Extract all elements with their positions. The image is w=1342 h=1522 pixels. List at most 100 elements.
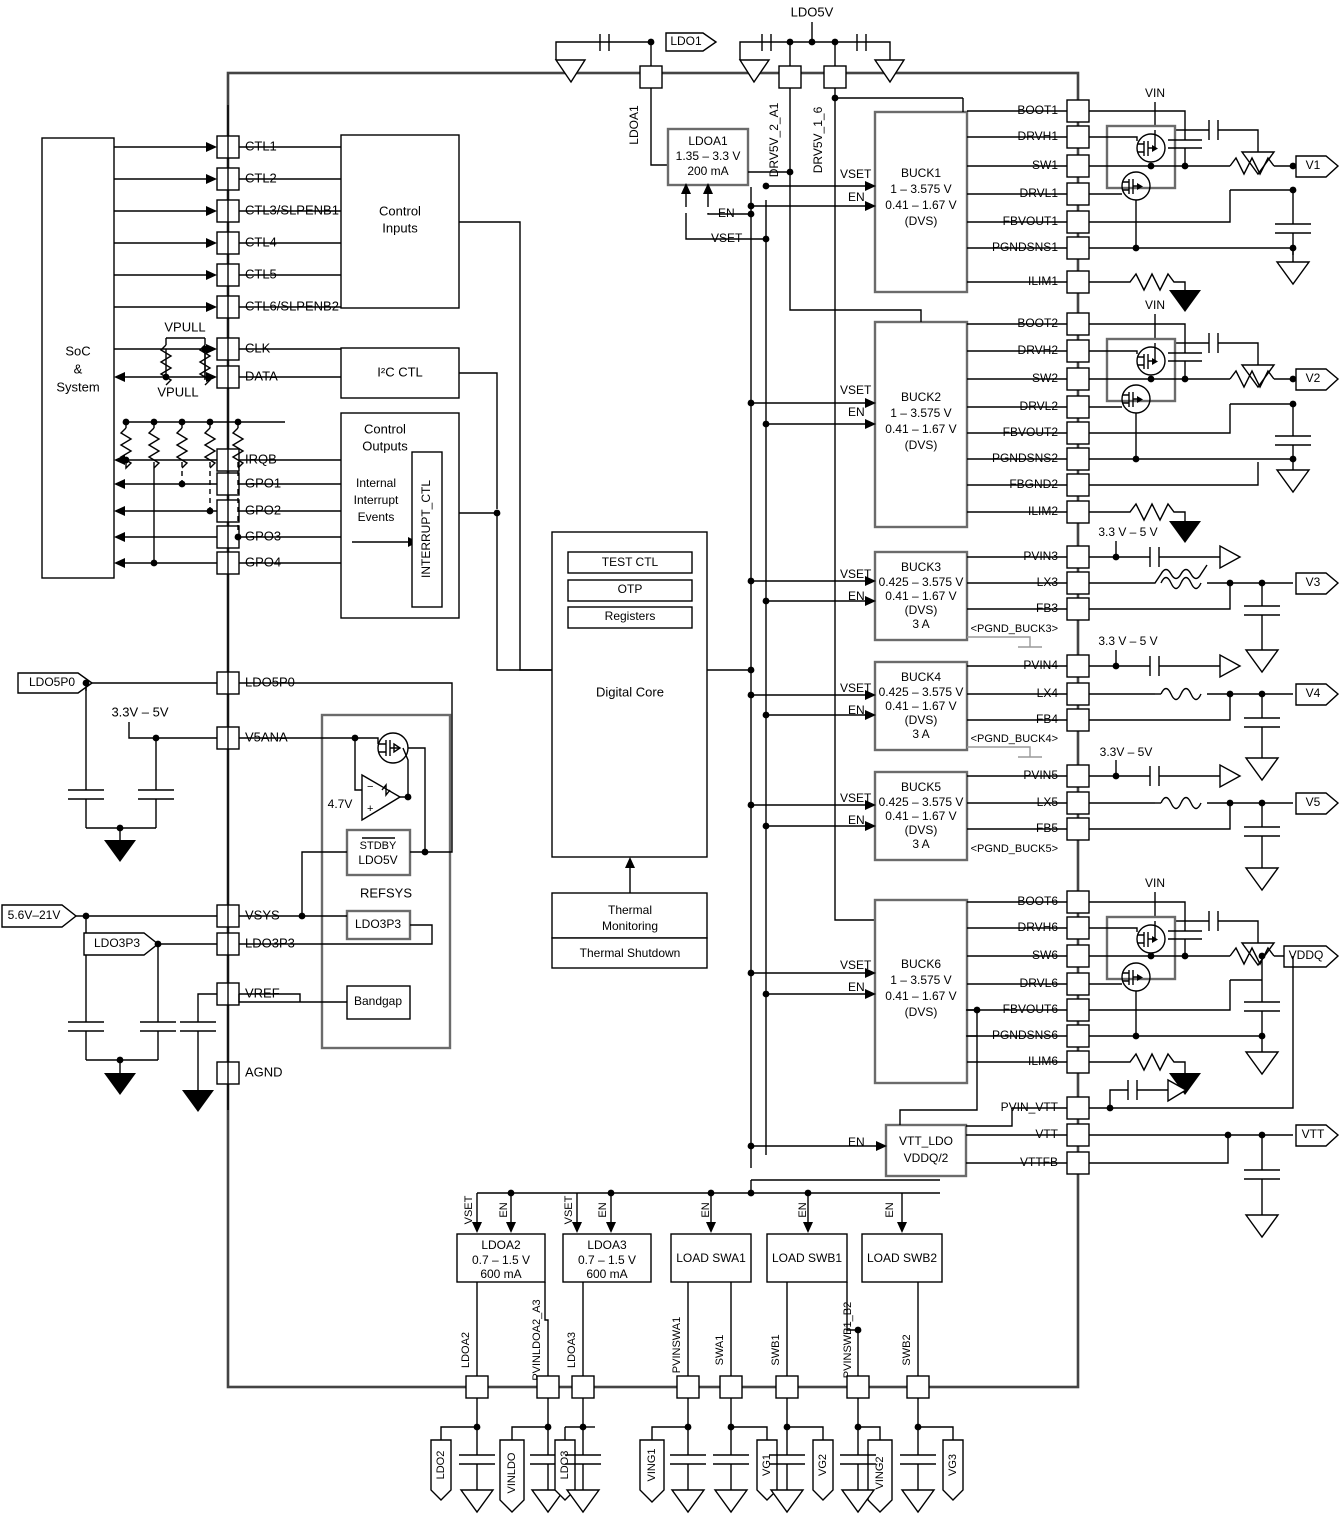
- control-outputs-label-1: Control: [364, 421, 406, 436]
- svg-text:GPO4: GPO4: [245, 554, 281, 569]
- svg-text:DRVH2: DRVH2: [1018, 343, 1059, 357]
- svg-text:GPO2: GPO2: [245, 502, 281, 517]
- svg-text:Monitoring: Monitoring: [602, 919, 658, 933]
- ldo5v-label: LDO5V: [358, 853, 397, 867]
- svg-text:EN: EN: [848, 190, 865, 204]
- svg-text:DRV5V_2_A1: DRV5V_2_A1: [767, 102, 781, 177]
- svg-text:VDDQ: VDDQ: [1289, 948, 1324, 962]
- svg-text:3.3V – 5V: 3.3V – 5V: [1100, 745, 1153, 759]
- svg-text:V5: V5: [1306, 795, 1321, 809]
- svg-text:CTL1: CTL1: [245, 138, 277, 153]
- bottom-output-nets: LDO2 VINLDO LDO3 VING1 VG1 VG2 VING2 VG3: [430, 1398, 964, 1514]
- svg-text:(DVS): (DVS): [905, 713, 938, 727]
- svg-text:LDOA3: LDOA3: [587, 1238, 627, 1252]
- svg-text:(DVS): (DVS): [905, 1005, 938, 1019]
- svg-text:1 – 3.575 V: 1 – 3.575 V: [890, 406, 951, 420]
- svg-text:PVIN3: PVIN3: [1023, 549, 1058, 563]
- svg-text:VG2: VG2: [817, 1454, 829, 1476]
- svg-text:VINLDO: VINLDO: [506, 1452, 518, 1493]
- svg-text:0.41 – 1.67 V: 0.41 – 1.67 V: [885, 198, 956, 212]
- svg-text:V5ANA: V5ANA: [245, 729, 288, 744]
- svg-text:SW6: SW6: [1032, 948, 1058, 962]
- svg-text:VREF: VREF: [245, 985, 280, 1000]
- soc-label-1: SoC: [65, 343, 90, 358]
- svg-text:LDO2: LDO2: [435, 1451, 447, 1480]
- buck3-externals: 3.3 V – 5 V V3: [1089, 525, 1340, 674]
- svg-text:EN: EN: [718, 206, 735, 220]
- svg-text:VSET: VSET: [711, 231, 743, 245]
- svg-text:CTL5: CTL5: [245, 266, 277, 281]
- svg-text:VSYS: VSYS: [245, 907, 280, 922]
- buck2-pins: BOOT2 DRVH2 SW2 DRVL2 FBVOUT2 PGNDSNS2 F…: [967, 312, 1090, 524]
- svg-text:DRVL6: DRVL6: [1020, 976, 1059, 990]
- svg-text:CTL2: CTL2: [245, 170, 277, 185]
- svg-text:VTT: VTT: [1302, 1127, 1325, 1141]
- svg-text:LOAD SWB1: LOAD SWB1: [772, 1251, 842, 1265]
- soc-label-2: &: [74, 361, 83, 376]
- interrupt-events-3: Events: [358, 510, 395, 524]
- svg-text:SWA1: SWA1: [714, 1335, 726, 1366]
- svg-text:5.6V–21V: 5.6V–21V: [8, 908, 61, 922]
- svg-text:0.425 – 3.575 V: 0.425 – 3.575 V: [879, 795, 964, 809]
- svg-text:PGNDSNS1: PGNDSNS1: [992, 240, 1058, 254]
- svg-text:SWB1: SWB1: [770, 1334, 782, 1365]
- svg-text:CTL3/SLPENB1: CTL3/SLPENB1: [245, 202, 339, 217]
- svg-text:PVINSWA1: PVINSWA1: [671, 1317, 683, 1373]
- svg-text:PGNDSNS6: PGNDSNS6: [992, 1028, 1058, 1042]
- svg-text:LDO3P3: LDO3P3: [94, 936, 140, 950]
- svg-text:0.41 – 1.67 V: 0.41 – 1.67 V: [885, 809, 956, 823]
- svg-text:VIN: VIN: [1145, 86, 1165, 100]
- svg-text:+: +: [367, 803, 373, 815]
- svg-text:PGNDSNS2: PGNDSNS2: [992, 451, 1058, 465]
- svg-text:PVINLDOA2_A3: PVINLDOA2_A3: [531, 1299, 543, 1380]
- interrupt-ctl-label: INTERRUPT_CTL: [419, 480, 433, 578]
- ldo3p3-label: LDO3P3: [355, 917, 401, 931]
- svg-text:EN: EN: [700, 1202, 712, 1217]
- svg-text:AGND: AGND: [245, 1064, 283, 1079]
- svg-text:VG3: VG3: [947, 1454, 959, 1476]
- svg-text:0.425 – 3.575 V: 0.425 – 3.575 V: [879, 575, 964, 589]
- buck5-pins: PVIN5 LX5 FB5 <PGND_BUCK5>: [967, 764, 1090, 855]
- svg-text:SWB2: SWB2: [901, 1334, 913, 1365]
- ldo5v-stdby: STDBY: [360, 840, 397, 852]
- svg-text:BOOT1: BOOT1: [1017, 103, 1058, 117]
- svg-text:3.3V – 5V: 3.3V – 5V: [111, 704, 168, 719]
- svg-text:VSET: VSET: [463, 1195, 475, 1224]
- svg-text:0.425 – 3.575 V: 0.425 – 3.575 V: [879, 685, 964, 699]
- refsys-comp-ref: 4.7V: [328, 797, 353, 811]
- svg-text:VING2: VING2: [874, 1456, 886, 1489]
- svg-text:FBVOUT2: FBVOUT2: [1003, 425, 1059, 439]
- svg-text:V3: V3: [1306, 575, 1321, 589]
- ldo5v-net-label: LDO5V: [791, 4, 834, 19]
- vtt-pins: PVIN_VTT VTT VTTFB: [966, 1096, 1090, 1175]
- svg-text:Thermal Shutdown: Thermal Shutdown: [580, 946, 681, 960]
- svg-text:VIN: VIN: [1145, 876, 1165, 890]
- svg-text:DRVL1: DRVL1: [1020, 186, 1059, 200]
- buck4-pins: PVIN4 LX4 FB4 <PGND_BUCK4>: [967, 654, 1090, 758]
- pgnd-buck3-tag: <PGND_BUCK3>: [971, 623, 1058, 635]
- svg-text:PVIN5: PVIN5: [1023, 768, 1058, 782]
- svg-text:VSET: VSET: [840, 383, 872, 397]
- svg-text:GPO1: GPO1: [245, 475, 281, 490]
- svg-text:BUCK1: BUCK1: [901, 166, 941, 180]
- svg-text:EN: EN: [848, 813, 865, 827]
- svg-text:FBVOUT1: FBVOUT1: [1003, 214, 1059, 228]
- svg-text:600 mA: 600 mA: [586, 1267, 627, 1281]
- svg-text:CTL4: CTL4: [245, 234, 277, 249]
- svg-text:VTT: VTT: [1035, 1127, 1058, 1141]
- refsys-label: REFSYS: [360, 885, 412, 900]
- svg-text:EN: EN: [848, 405, 865, 419]
- svg-text:0.41 – 1.67 V: 0.41 – 1.67 V: [885, 699, 956, 713]
- svg-text:FBVOUT6: FBVOUT6: [1003, 1002, 1059, 1016]
- svg-text:LDO1: LDO1: [670, 34, 702, 48]
- svg-text:3.3 V – 5 V: 3.3 V – 5 V: [1098, 634, 1157, 648]
- svg-text:EN: EN: [884, 1202, 896, 1217]
- svg-text:IRQB: IRQB: [245, 451, 277, 466]
- interrupt-events-2: Interrupt: [354, 493, 399, 507]
- svg-text:LOAD SWA1: LOAD SWA1: [676, 1251, 746, 1265]
- svg-text:BUCK2: BUCK2: [901, 390, 941, 404]
- svg-text:3.3 V – 5 V: 3.3 V – 5 V: [1098, 525, 1157, 539]
- buck5-externals: 3.3V – 5V V5: [1089, 745, 1340, 892]
- svg-text:GPO3: GPO3: [245, 528, 281, 543]
- svg-text:ILIM1: ILIM1: [1028, 274, 1058, 288]
